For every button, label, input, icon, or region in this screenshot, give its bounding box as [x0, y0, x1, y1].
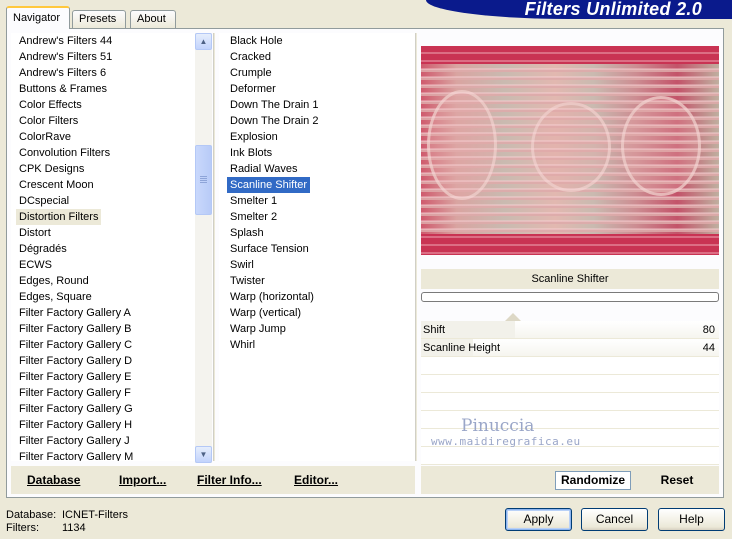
selected-filter-name: Scanline Shifter — [421, 269, 719, 289]
param-row-empty — [421, 357, 719, 375]
param-row-shift[interactable]: Shift 80 — [421, 321, 719, 339]
param-row-empty — [421, 375, 719, 393]
list-item[interactable]: DCspecial — [16, 193, 72, 209]
database-button[interactable]: Database — [27, 471, 80, 489]
param-name: Shift — [423, 324, 446, 336]
preview-image — [421, 46, 719, 255]
param-value: 80 — [702, 324, 715, 336]
scroll-up-arrow-icon[interactable]: ▲ — [195, 33, 212, 50]
list-item[interactable]: Andrew's Filters 6 — [16, 65, 109, 81]
param-row-scanline-height[interactable]: Scanline Height 44 — [421, 339, 719, 357]
list-item[interactable]: Distort — [16, 225, 54, 241]
param-name: Scanline Height — [423, 342, 501, 354]
list-item[interactable]: Convolution Filters — [16, 145, 113, 161]
tab-about[interactable]: About — [130, 10, 176, 28]
filter-info-button[interactable]: Filter Info... — [197, 471, 262, 489]
app-title: Filters Unlimited 2.0 — [524, 0, 702, 19]
list-item[interactable]: Twister — [227, 273, 268, 289]
list-item[interactable]: Andrew's Filters 44 — [16, 33, 115, 49]
filters-count: 1134 — [62, 522, 86, 534]
randomize-button[interactable]: Randomize — [555, 471, 631, 490]
reset-button[interactable]: Reset — [641, 471, 713, 490]
app-banner: Filters Unlimited 2.0 — [426, 0, 732, 19]
list-item[interactable]: Warp Jump — [227, 321, 289, 337]
database-label: Database: — [6, 509, 57, 521]
scroll-thumb[interactable] — [195, 145, 212, 215]
list-item[interactable]: Crescent Moon — [16, 177, 97, 193]
list-item[interactable]: Splash — [227, 225, 267, 241]
list-item[interactable]: Filter Factory Gallery F — [16, 385, 134, 401]
cancel-button[interactable]: Cancel — [581, 508, 648, 531]
category-scrollbar[interactable]: ▲ ▼ — [195, 33, 212, 463]
list-item[interactable]: Explosion — [227, 129, 281, 145]
list-item[interactable]: Edges, Round — [16, 273, 92, 289]
list-item[interactable]: Warp (vertical) — [227, 305, 304, 321]
param-row-empty — [421, 393, 719, 411]
list-item[interactable]: Filter Factory Gallery B — [16, 321, 134, 337]
database-info: Database: ICNET-Filters Filters: 1134 — [6, 509, 128, 535]
param-row-empty — [421, 429, 719, 447]
category-rows: Andrew's Filters 44 Andrew's Filters 51 An… — [16, 33, 136, 461]
slider-marker-icon — [505, 313, 521, 321]
list-item[interactable]: Buttons & Frames — [16, 81, 110, 97]
list-item[interactable]: Edges, Square — [16, 289, 95, 305]
database-value: ICNET-Filters — [62, 509, 128, 521]
help-button[interactable]: Help — [658, 508, 725, 531]
param-value: 44 — [702, 342, 715, 354]
list-item[interactable]: Crumple — [227, 65, 275, 81]
list-item[interactable]: Color Effects — [16, 97, 85, 113]
list-item[interactable]: Filter Factory Gallery E — [16, 369, 134, 385]
apply-button[interactable]: Apply — [505, 508, 572, 531]
list-item[interactable]: Color Filters — [16, 113, 81, 129]
editor-button[interactable]: Editor... — [294, 471, 338, 489]
param-row-empty — [421, 411, 719, 429]
list-item[interactable]: Swirl — [227, 257, 257, 273]
progress-bar — [421, 292, 719, 302]
list-item[interactable]: Smelter 2 — [227, 209, 280, 225]
list-item[interactable]: Dégradés — [16, 241, 70, 257]
param-list: Shift 80 Scanline Height 44 — [421, 313, 719, 465]
list-item[interactable]: Warp (horizontal) — [227, 289, 317, 305]
list-item[interactable]: Whirl — [227, 337, 258, 353]
list-item[interactable]: Down The Drain 2 — [227, 113, 321, 129]
list-item[interactable]: Black Hole — [227, 33, 286, 49]
list-item[interactable]: Smelter 1 — [227, 193, 280, 209]
list-item[interactable]: Filter Factory Gallery D — [16, 353, 135, 369]
list-item[interactable]: ECWS — [16, 257, 55, 273]
list-item[interactable]: Filter Factory Gallery G — [16, 401, 136, 417]
category-list[interactable]: Andrew's Filters 44 Andrew's Filters 51 An… — [11, 33, 211, 461]
divider — [213, 33, 215, 461]
list-item[interactable]: Filter Factory Gallery C — [16, 337, 135, 353]
preview-scanlines — [421, 46, 719, 255]
list-item[interactable]: Ink Blots — [227, 145, 275, 161]
main-panel: Andrew's Filters 44 Andrew's Filters 51 An… — [6, 28, 724, 498]
list-item[interactable]: CPK Designs — [16, 161, 87, 177]
list-item[interactable]: Radial Waves — [227, 161, 300, 177]
list-item[interactable]: Scanline Shifter — [227, 177, 311, 193]
list-item[interactable]: Distortion Filters — [16, 209, 102, 225]
filter-list[interactable]: Black Hole Cracked Crumple Deformer Down The… — [219, 33, 415, 461]
scroll-down-arrow-icon[interactable]: ▼ — [195, 446, 212, 463]
tab-navigator[interactable]: Navigator — [6, 6, 70, 29]
filters-label: Filters: — [6, 522, 39, 534]
list-item[interactable]: Filter Factory Gallery J — [16, 433, 133, 449]
list-item[interactable]: Surface Tension — [227, 241, 312, 257]
param-row-empty — [421, 447, 719, 465]
import-button[interactable]: Import... — [119, 471, 166, 489]
list-item[interactable]: Filter Factory Gallery H — [16, 417, 135, 433]
list-item[interactable]: ColorRave — [16, 129, 74, 145]
list-item[interactable]: Filter Factory Gallery A — [16, 305, 134, 321]
list-item[interactable]: Deformer — [227, 81, 279, 97]
list-item[interactable]: Filter Factory Gallery M — [16, 449, 136, 461]
tab-presets[interactable]: Presets — [72, 10, 126, 28]
list-item[interactable]: Down The Drain 1 — [227, 97, 321, 113]
list-item[interactable]: Cracked — [227, 49, 274, 65]
list-item[interactable]: Andrew's Filters 51 — [16, 49, 115, 65]
filter-rows: Black Hole Cracked Crumple Deformer Down The… — [227, 33, 321, 353]
divider — [415, 33, 417, 461]
